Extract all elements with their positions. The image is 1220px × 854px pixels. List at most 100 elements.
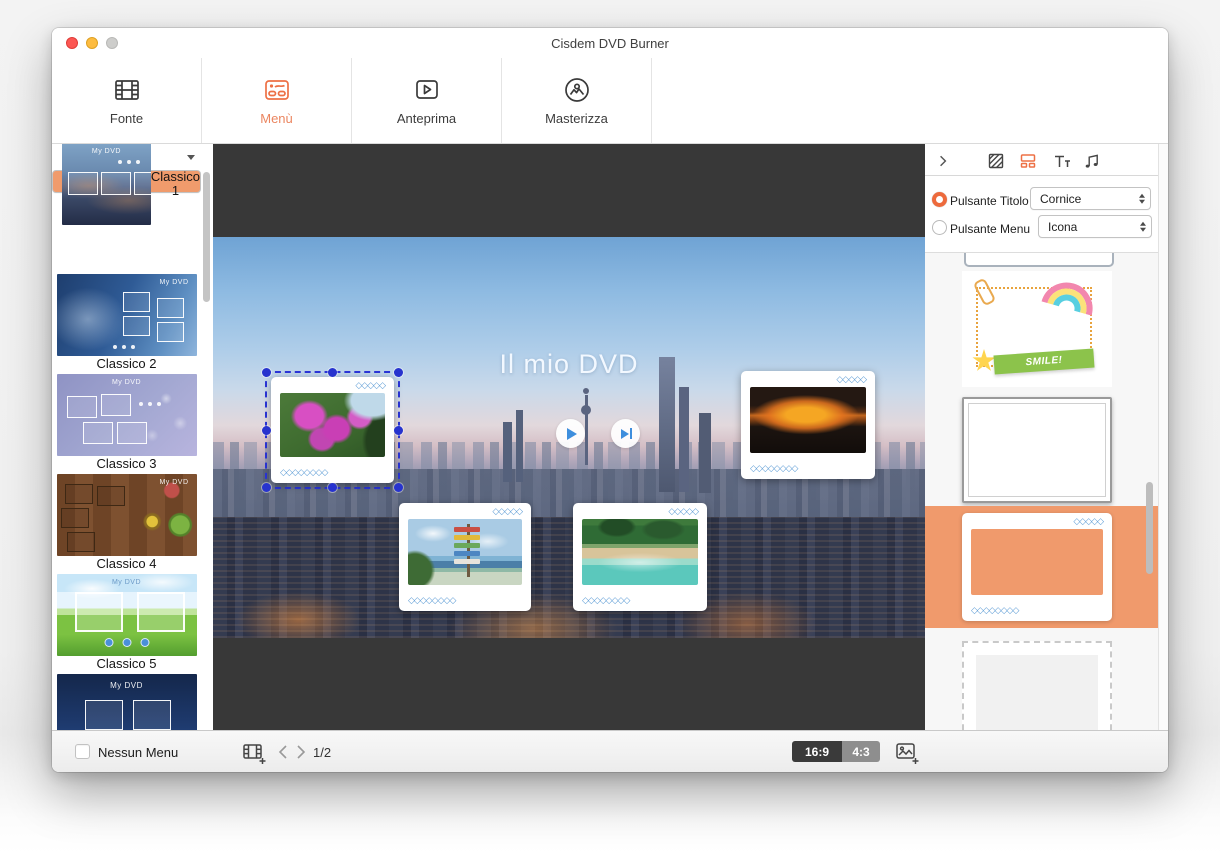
icona-select-value: Icona (1048, 220, 1077, 234)
photo-frame-sunset[interactable]: ◇◇◇◇◇ ◇◇◇◇◇◇◇◇ (741, 371, 875, 479)
background-icon[interactable] (986, 151, 1006, 171)
music-icon[interactable] (1082, 151, 1102, 171)
sidebar-scrollbar[interactable] (203, 172, 210, 302)
template-item-classico-5[interactable]: My DVD Classico 5 (52, 570, 201, 670)
frame-style-placeholder (971, 529, 1103, 595)
tab-fonte[interactable]: Fonte (52, 58, 202, 143)
template-item-partial[interactable]: My DVD (52, 670, 201, 730)
frame-chain-decoration: ◇◇◇◇◇◇◇◇ (582, 596, 629, 605)
next-page-button[interactable] (294, 744, 308, 760)
tab-anteprima[interactable]: Anteprima (352, 58, 502, 143)
tab-masterizza[interactable]: Masterizza (502, 58, 652, 143)
aspect-4-3-button[interactable]: 4:3 (842, 741, 880, 762)
pulsante-menu-label: Pulsante Menu (950, 222, 1030, 236)
template-sidebar: Tutto My DVD Classico 1 My DVD (52, 144, 213, 730)
resize-handle-se[interactable] (394, 483, 403, 492)
template-name: Classico 1 (151, 170, 200, 198)
thumb-title: My DVD (62, 148, 151, 155)
template-thumbnail: My DVD (57, 274, 197, 356)
template-thumbnail: My DVD (62, 144, 151, 225)
inspector-panel: Pulsante Titolo Cornice Pulsante Menu Ic… (925, 144, 1168, 730)
aspect-16-9-button[interactable]: 16:9 (792, 741, 842, 762)
frame-chain-decoration: ◇◇◇◇◇ (355, 381, 385, 390)
resize-handle-e[interactable] (394, 426, 403, 435)
template-name: Classico 3 (52, 457, 201, 471)
frame-chain-decoration: ◇◇◇◇◇◇◇◇ (408, 596, 455, 605)
frame-chain-decoration: ◇◇◇◇◇◇◇◇ (750, 464, 797, 473)
frame-style-item-plain[interactable] (962, 397, 1112, 503)
smile-frame-border: SMILE! (976, 287, 1092, 367)
prev-page-button[interactable] (276, 744, 290, 760)
frame-chain-decoration: ◇◇◇◇◇ (1073, 517, 1103, 526)
page-indicator: 1/2 (313, 745, 331, 760)
text-icon[interactable] (1051, 151, 1071, 171)
nessun-menu-checkbox[interactable] (75, 744, 90, 759)
frame-style-item-stamp[interactable] (962, 641, 1112, 730)
frame-style-item-smile[interactable]: SMILE! (962, 271, 1112, 387)
photo-frame-signs[interactable]: ◇◇◇◇◇ ◇◇◇◇◇◇◇◇ (399, 503, 531, 611)
template-item-classico-3[interactable]: My DVD Classico 3 (52, 370, 201, 470)
frame-style-item-partial[interactable] (964, 252, 1114, 267)
frame-style-list: SMILE! ◇◇◇◇◇ ◇◇◇◇◇◇◇◇ (925, 252, 1158, 730)
stamp-frame-inner (976, 655, 1098, 730)
skip-bar (630, 428, 633, 439)
resize-handle-sw[interactable] (262, 483, 271, 492)
inspector-header (925, 144, 1158, 176)
rainbow-icon (1038, 270, 1103, 323)
photo-frame-beach[interactable]: ◇◇◇◇◇ ◇◇◇◇◇◇◇◇ (573, 503, 707, 611)
menu-skip-button[interactable] (611, 419, 640, 448)
inspector-scrollbar[interactable] (1146, 482, 1153, 574)
stepper-icon (1139, 193, 1145, 204)
resize-handle-n[interactable] (328, 368, 337, 377)
cornice-select-value: Cornice (1040, 192, 1081, 206)
frame-chain-decoration: ◇◇◇◇◇ (836, 375, 866, 384)
thumb-title: My DVD (57, 681, 197, 690)
tab-fonte-label: Fonte (110, 111, 143, 126)
menu-preview-canvas: Il mio DVD ◇◇◇◇◇ ◇◇◇◇◇◇◇◇ (213, 144, 925, 730)
resize-handle-ne[interactable] (394, 368, 403, 377)
aspect-ratio-toggle: 16:9 4:3 (792, 741, 880, 762)
resize-handle-s[interactable] (328, 483, 337, 492)
thumb-title: My DVD (57, 579, 197, 586)
frame-chain-decoration: ◇◇◇◇◇◇◇◇ (971, 606, 1018, 615)
template-item-classico-4[interactable]: My DVD Classico 4 (52, 470, 201, 570)
smile-banner: SMILE! (993, 349, 1094, 375)
frame-chain-decoration: ◇◇◇◇◇◇◇◇ (280, 468, 327, 477)
star-icon (972, 349, 996, 373)
main-toolbar: Fonte Menù Anteprima (52, 58, 1168, 144)
pulsante-titolo-radio[interactable] (932, 192, 947, 207)
icona-select[interactable]: Icona (1038, 215, 1152, 238)
frame-icon[interactable] (1018, 151, 1038, 171)
thumb-title: My DVD (159, 479, 188, 486)
frame-chain-decoration: ◇◇◇◇◇ (668, 507, 698, 516)
cornice-select[interactable]: Cornice (1030, 187, 1151, 210)
resize-handle-nw[interactable] (262, 368, 271, 377)
panel-edge (1158, 144, 1168, 730)
add-image-button[interactable] (894, 740, 920, 766)
play-icon (567, 428, 577, 440)
photo-tropical-beach (582, 519, 698, 585)
pulsante-menu-radio[interactable] (932, 220, 947, 235)
frame-style-item-selected[interactable]: ◇◇◇◇◇ ◇◇◇◇◇◇◇◇ (925, 506, 1158, 628)
add-page-button[interactable] (241, 740, 267, 766)
tab-menu[interactable]: Menù (202, 58, 352, 143)
bottom-bar: Nessun Menu 1/2 16:9 4:3 (52, 730, 1168, 772)
menu-template-icon (262, 75, 292, 105)
template-name: Classico 4 (52, 557, 201, 571)
film-strip-icon (112, 75, 142, 105)
collapse-panel-button[interactable] (933, 151, 953, 171)
selected-photo-frame[interactable]: ◇◇◇◇◇ ◇◇◇◇◇◇◇◇ (265, 371, 400, 489)
template-item-classico-1[interactable]: My DVD Classico 1 (52, 170, 201, 193)
app-window: Cisdem DVD Burner Fonte (52, 28, 1168, 772)
resize-handle-w[interactable] (262, 426, 271, 435)
template-thumbnail: My DVD (57, 574, 197, 656)
menu-play-button[interactable] (556, 419, 585, 448)
tab-menu-label: Menù (260, 111, 293, 126)
title-bar: Cisdem DVD Burner (52, 28, 1168, 58)
skip-icon (621, 429, 629, 439)
tab-masterizza-label: Masterizza (545, 111, 608, 126)
template-item-classico-2[interactable]: My DVD Classico 2 (52, 270, 201, 370)
photo-frame: ◇◇◇◇◇ ◇◇◇◇◇◇◇◇ (271, 377, 394, 483)
template-name: Classico 5 (52, 657, 201, 671)
thumb-title: My DVD (159, 279, 188, 286)
